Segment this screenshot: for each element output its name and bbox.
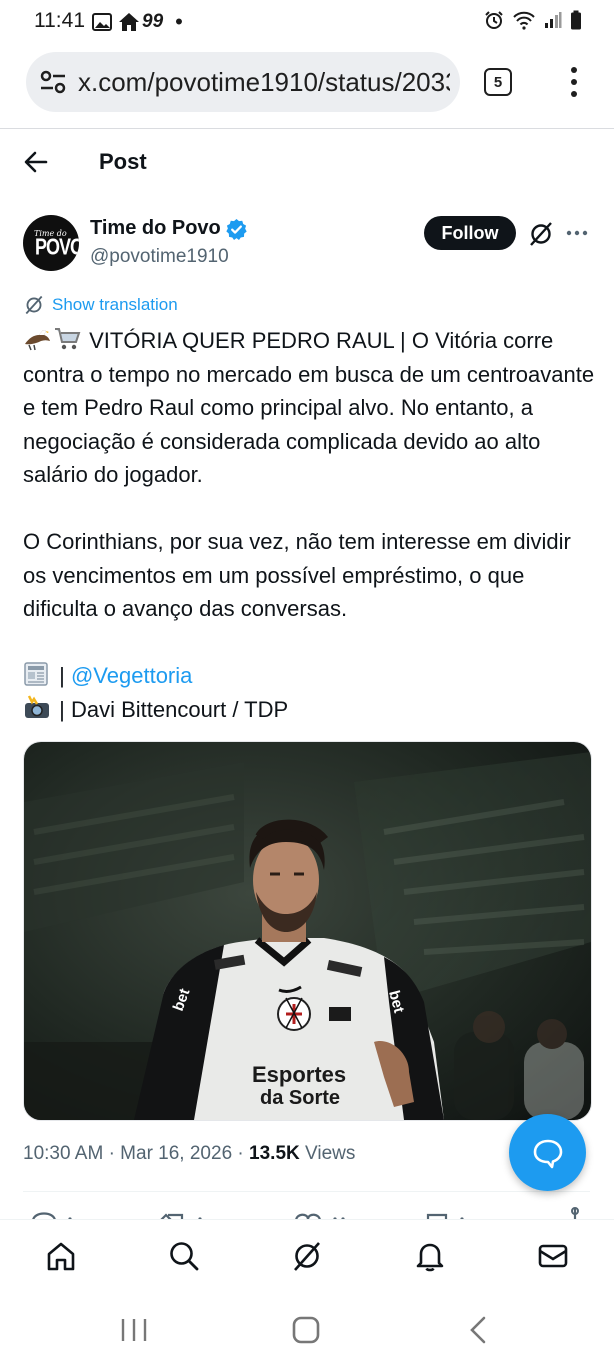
nav-home[interactable]: [43, 1238, 79, 1274]
camera-with-flash-icon: [25, 694, 49, 718]
nav-search[interactable]: [166, 1238, 202, 1274]
jersey-text-2: da Sorte: [260, 1087, 340, 1109]
back-arrow-icon[interactable]: [22, 148, 50, 176]
eagle-icon: [25, 330, 50, 351]
meta-dot: ·: [108, 1143, 115, 1164]
show-translation-link[interactable]: Show translation: [24, 295, 178, 315]
grok-translate-icon: [25, 295, 43, 315]
gallery-icon: [92, 13, 112, 31]
shopping-cart-icon: [55, 328, 81, 350]
more-options-icon[interactable]: [566, 230, 588, 236]
messages-icon: [538, 1244, 568, 1268]
tweet-time: 10:30 AM: [23, 1143, 104, 1164]
tweet-source-line: | @Vegettoria: [23, 659, 598, 693]
grok-icon[interactable]: [528, 221, 554, 247]
search-icon: [170, 1242, 199, 1271]
show-translation-label[interactable]: Show translation: [52, 295, 178, 315]
tweet-date: Mar 16, 2026: [120, 1143, 233, 1164]
browser-menu-icon[interactable]: [566, 66, 582, 98]
follow-button[interactable]: Follow: [424, 216, 516, 250]
paragraph-1-text: VITÓRIA QUER PEDRO RAUL | O Vitória corr…: [23, 328, 595, 487]
battery-icon: [571, 10, 581, 30]
player-photo-illustration: Esportes da Sorte bet bet: [24, 742, 591, 1120]
address-bar[interactable]: x.com/povotime1910/status/2033: [26, 52, 460, 112]
newspaper-icon: [24, 662, 48, 686]
nav-messages[interactable]: [535, 1238, 571, 1274]
grok-icon: [294, 1242, 320, 1271]
tweet-paragraph-1: VITÓRIA QUER PEDRO RAUL | O Vitória corr…: [23, 324, 598, 492]
tweet-text: VITÓRIA QUER PEDRO RAUL | O Vitória corr…: [23, 324, 598, 726]
bottom-nav: [0, 1219, 614, 1294]
avatar[interactable]: Time do POVO: [23, 215, 79, 271]
tweet-paragraph-2: O Corinthians, por sua vez, não tem inte…: [23, 529, 571, 621]
compose-message-button[interactable]: [509, 1114, 586, 1191]
source-mention-link[interactable]: @Vegettoria: [71, 663, 192, 688]
verified-badge-icon: [226, 218, 247, 241]
avatar-text-main: POVO: [35, 233, 79, 260]
source-separator: |: [59, 663, 65, 688]
home-app-icon: [119, 13, 139, 31]
photo-credit: | Davi Bittencourt / TDP: [59, 696, 289, 722]
tab-switcher-button[interactable]: 5: [484, 68, 512, 96]
notifications-icon: [416, 1243, 444, 1272]
jersey-text-1: Esportes: [252, 1062, 346, 1087]
nav-notifications[interactable]: [412, 1238, 448, 1274]
wifi-icon: [513, 11, 535, 30]
alarm-icon: [485, 11, 503, 29]
back-button-icon[interactable]: [468, 1315, 488, 1345]
dot-icon: •: [175, 9, 183, 34]
nav-grok[interactable]: [289, 1238, 325, 1274]
author-name[interactable]: Time do Povo: [90, 217, 221, 240]
views-count: 13.5K: [249, 1143, 300, 1164]
divider: [0, 128, 614, 129]
recent-apps-icon[interactable]: [120, 1317, 148, 1343]
system-navigation-bar: [0, 1293, 614, 1368]
home-button-icon[interactable]: [292, 1316, 320, 1344]
notification-badge: 99: [142, 11, 164, 32]
chat-bubble-icon: [533, 1139, 562, 1168]
author-handle[interactable]: @povotime1910: [90, 246, 229, 268]
views-label: Views: [305, 1143, 356, 1164]
divider: [23, 1191, 590, 1192]
tweet-meta: 10:30 AM · Mar 16, 2026 · 13.5K Views: [23, 1143, 355, 1165]
signal-icon: [545, 12, 562, 28]
tweet-photo[interactable]: Esportes da Sorte bet bet: [23, 741, 592, 1121]
status-time: 11:41: [34, 9, 85, 32]
status-bar: 11:41 99 •: [0, 0, 614, 44]
tweet-credit-line: | Davi Bittencourt / TDP: [23, 693, 598, 727]
url-text[interactable]: x.com/povotime1910/status/2033: [78, 67, 450, 98]
meta-dot: ·: [237, 1143, 244, 1164]
home-icon: [47, 1242, 75, 1271]
site-settings-icon[interactable]: [40, 70, 66, 94]
page-title: Post: [99, 149, 147, 174]
